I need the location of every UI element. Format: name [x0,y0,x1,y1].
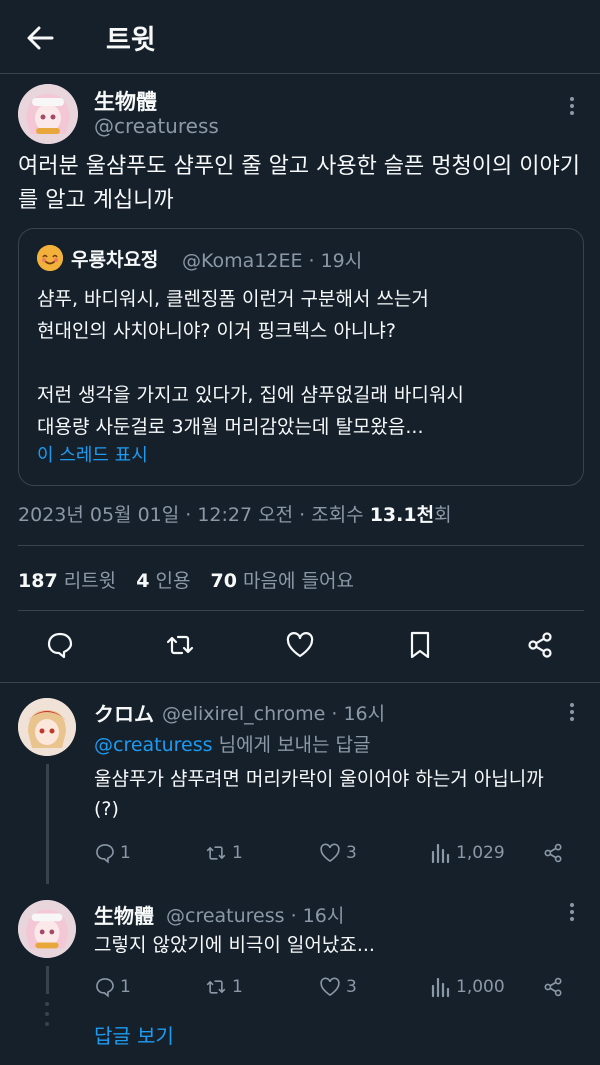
reply-action[interactable]: 1 [94,976,131,998]
reply-author-handle[interactable]: @creaturess · 16시 [166,901,344,928]
show-thread-link[interactable]: 이 스레드 표시 [37,441,148,467]
replying-to-suffix: 님에게 보내는 답글 [212,734,371,756]
quote-author-handle: @Koma12EE · 19시 [182,250,363,272]
view-count[interactable]: 13.1천 [370,504,434,526]
divider [18,610,584,611]
like-count: 3 [346,843,357,863]
quoted-tweet[interactable]: 우룡차요정 @Koma12EE · 19시 샴푸, 바디워시, 클렌징폼 이런거… [18,228,584,486]
retweet-icon[interactable] [165,630,195,660]
views-action[interactable]: 1,000 [430,976,505,998]
more-options-icon[interactable] [562,900,582,924]
engagement-stats: 187 리트윗 4 인용 70 마음에 들어요 [18,566,368,593]
bookmark-icon[interactable] [405,630,435,660]
tweet-text: 여러분 울샴푸도 샴푸인 줄 알고 사용한 슬픈 멍청이의 이야기를 알고 계십… [18,154,580,213]
quote-count[interactable]: 4 [136,570,149,592]
quote-avatar [37,245,63,271]
view-suffix: 회 [434,504,452,526]
share-icon[interactable] [542,842,568,864]
replying-to: @creaturess 님에게 보내는 답글 [94,730,371,760]
reply-count: 1 [120,843,131,863]
page-title: 트윗 [106,25,156,56]
share-icon[interactable] [542,976,568,998]
author-name[interactable]: 生物體 [94,86,157,116]
avatar[interactable] [18,900,76,958]
quote-author-name: 우룡차요정 [71,249,159,271]
avatar[interactable] [18,84,78,144]
reply-author-name[interactable]: 生物體 [94,900,154,929]
back-arrow-icon[interactable] [22,20,58,56]
reply-count: 1 [120,977,131,997]
avatar[interactable] [18,698,76,756]
reply-author-handle[interactable]: @elixirel_chrome · 16시 [162,699,385,726]
thread-line [46,966,49,994]
views-action[interactable]: 1,029 [430,842,505,864]
retweet-label[interactable]: 리트윗 [64,570,116,592]
more-options-icon[interactable] [562,94,582,118]
top-bar: 트윗 [0,0,600,74]
like-count: 3 [346,977,357,997]
retweet-action[interactable]: 1 [204,976,243,998]
quote-label[interactable]: 인용 [156,570,191,592]
author-handle[interactable]: @creaturess [94,114,219,138]
view-count: 1,029 [456,843,505,863]
divider [18,545,584,546]
view-count: 1,000 [456,977,505,997]
quote-text: 샴푸, 바디워시, 클렌징폼 이런거 구분해서 쓰는거 현대인의 사치아니야? … [37,288,464,438]
more-options-icon[interactable] [562,700,582,724]
retweet-action[interactable]: 1 [204,842,243,864]
like-icon[interactable] [285,630,315,660]
reply-icon[interactable] [45,630,75,660]
retweet-count: 1 [232,977,243,997]
reply-text: 그렇지 않았기에 비극이 일어났죠... [94,934,375,956]
show-replies-link[interactable]: 답글 보기 [94,1020,174,1049]
thread-dots [44,1000,50,1040]
like-action[interactable]: 3 [318,976,357,998]
divider [0,682,600,683]
tweet-timestamp: 2023년 05월 01일 · 12:27 오전 · 조회수 13.1천회 [18,500,452,527]
datetime: 2023년 05월 01일 · 12:27 오전 · 조회수 [18,504,370,526]
retweet-count[interactable]: 187 [18,570,58,592]
replying-to-handle[interactable]: @creaturess [94,734,213,756]
share-icon[interactable] [525,630,555,660]
like-count[interactable]: 70 [211,570,237,592]
reply-action[interactable]: 1 [94,842,131,864]
like-action[interactable]: 3 [318,842,357,864]
reply-author-name[interactable]: クロム [94,698,154,727]
reply-text: 울샴푸가 샴푸려면 머리카락이 울이어야 하는거 아닙니까(?) [94,768,544,820]
like-label[interactable]: 마음에 들어요 [243,570,354,592]
retweet-count: 1 [232,843,243,863]
thread-line [46,764,49,884]
